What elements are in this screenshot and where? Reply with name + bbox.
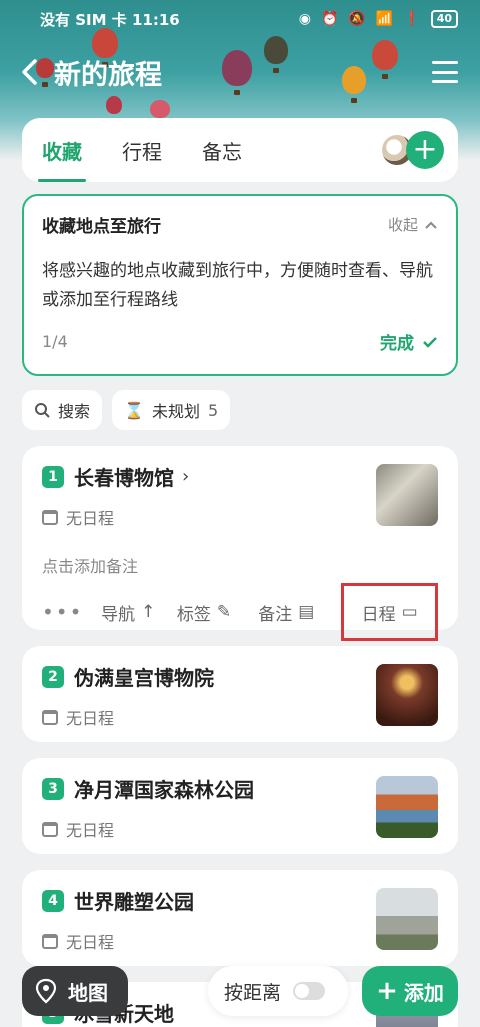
unplanned-chip[interactable]: ⌛ 未规划 5: [112, 390, 231, 430]
guide-card: 收藏地点至旅行 收起 将感兴趣的地点收藏到旅行中，方便随时查看、导航或添加至行程…: [22, 194, 458, 376]
calendar-icon: ▭: [401, 602, 418, 622]
tab-memo[interactable]: 备忘: [202, 136, 242, 165]
eye-icon: ◉: [298, 11, 311, 27]
title-bar: 新的旅程: [0, 46, 480, 98]
place-card[interactable]: 1 长春博物馆 › 无日程 点击添加备注 ••• 导航 ↑ 标签 ✎ 备注 ▤ …: [22, 446, 458, 641]
add-label: 添加: [403, 980, 444, 1005]
place-card[interactable]: 3 净月潭国家森林公园 无日程: [22, 758, 458, 854]
schedule-status: 无日程: [66, 509, 115, 528]
search-icon: [35, 403, 50, 418]
calendar-icon: [42, 933, 58, 949]
toggle-switch[interactable]: [293, 982, 326, 1000]
check-icon: [423, 336, 437, 348]
more-icon[interactable]: •••: [42, 600, 101, 624]
mute-icon: 🔕: [348, 11, 366, 27]
pencil-icon: ✎: [216, 602, 232, 622]
chevron-up-icon: [425, 221, 437, 229]
place-number: 2: [42, 665, 64, 688]
collapse-label: 收起: [387, 216, 418, 234]
place-number: 3: [42, 777, 64, 800]
place-name: 长春博物馆: [74, 466, 174, 490]
navigate-label: 导航: [101, 604, 136, 625]
schedule-button[interactable]: 日程 ▭: [341, 583, 438, 641]
unplanned-label: 未规划: [151, 402, 200, 421]
add-member-button[interactable]: +: [406, 131, 444, 169]
tab-bar: 收藏 行程 备忘 +: [22, 118, 458, 182]
collapse-button[interactable]: 收起: [388, 214, 438, 235]
guide-description: 将感兴趣的地点收藏到旅行中，方便随时查看、导航或添加至行程路线: [42, 261, 433, 310]
page-title: 新的旅程: [54, 59, 162, 91]
back-icon[interactable]: [20, 52, 50, 92]
schedule-status: 无日程: [66, 933, 115, 952]
hourglass-icon: ⌛: [124, 400, 144, 420]
place-name: 净月潭国家森林公园: [74, 778, 254, 802]
alarm-icon: ⏰: [320, 11, 339, 27]
schedule-status: 无日程: [66, 709, 115, 728]
place-card[interactable]: 4 世界雕塑公园 无日程: [22, 870, 458, 966]
balloon-decoration: [106, 96, 122, 123]
place-name: 世界雕塑公园: [74, 890, 194, 914]
chevron-right-icon[interactable]: ›: [182, 466, 189, 487]
tab-itinerary[interactable]: 行程: [122, 136, 162, 165]
plus-icon: +: [412, 132, 438, 167]
map-button[interactable]: 地图: [22, 966, 128, 1016]
memo-button[interactable]: 备注 ▤: [258, 600, 341, 625]
memo-label: 备注: [258, 604, 293, 625]
place-number: 1: [42, 465, 64, 488]
plus-icon: +: [376, 976, 398, 1006]
distance-label: 按距离: [224, 981, 282, 1004]
place-number: 4: [42, 889, 64, 912]
place-thumbnail[interactable]: [376, 664, 438, 726]
place-thumbnail[interactable]: [376, 888, 438, 950]
wifi-icon: 📶: [375, 11, 394, 27]
battery-icon: 40: [430, 10, 458, 28]
add-note-placeholder[interactable]: 点击添加备注: [42, 553, 438, 577]
done-label: 完成: [380, 334, 414, 354]
tag-button[interactable]: 标签 ✎: [177, 600, 258, 625]
status-bar: 没有 SIM 卡 11:16 ◉ ⏰ 🔕 📶 ❗ 40: [0, 0, 480, 38]
schedule-label: 日程: [361, 604, 396, 625]
search-label: 搜索: [58, 402, 91, 421]
guide-title: 收藏地点至旅行: [42, 217, 161, 237]
unplanned-count: 5: [207, 400, 219, 420]
tag-label: 标签: [176, 604, 211, 625]
sort-by-distance-toggle[interactable]: 按距离: [208, 966, 348, 1016]
done-button[interactable]: 完成: [380, 329, 438, 354]
place-thumbnail[interactable]: [376, 776, 438, 838]
navigate-button[interactable]: 导航 ↑: [101, 600, 177, 625]
tab-favorites[interactable]: 收藏: [38, 136, 86, 182]
add-place-button[interactable]: + 添加: [362, 966, 458, 1016]
arrow-up-icon: ↑: [141, 602, 156, 622]
place-card[interactable]: 2 伪满皇宫博物院 无日程: [22, 646, 458, 742]
map-icon: [35, 978, 57, 1004]
filter-chips: 搜索 ⌛ 未规划 5: [22, 390, 231, 430]
balloon-decoration: [150, 100, 170, 127]
place-actions: ••• 导航 ↑ 标签 ✎ 备注 ▤ 日程 ▭: [42, 583, 438, 641]
map-label: 地图: [68, 980, 108, 1005]
menu-icon[interactable]: [430, 57, 460, 87]
search-chip[interactable]: 搜索: [22, 390, 103, 430]
status-text: 没有 SIM 卡 11:16: [40, 10, 180, 29]
guide-step: 1/4: [42, 332, 68, 351]
calendar-icon: [42, 821, 58, 837]
document-icon: ▤: [298, 602, 315, 622]
place-thumbnail[interactable]: [376, 464, 438, 526]
place-name: 伪满皇宫博物院: [74, 666, 214, 690]
calendar-icon: [42, 709, 58, 725]
schedule-status: 无日程: [66, 821, 115, 840]
alert-icon: ❗: [403, 11, 421, 27]
calendar-icon: [42, 509, 58, 525]
